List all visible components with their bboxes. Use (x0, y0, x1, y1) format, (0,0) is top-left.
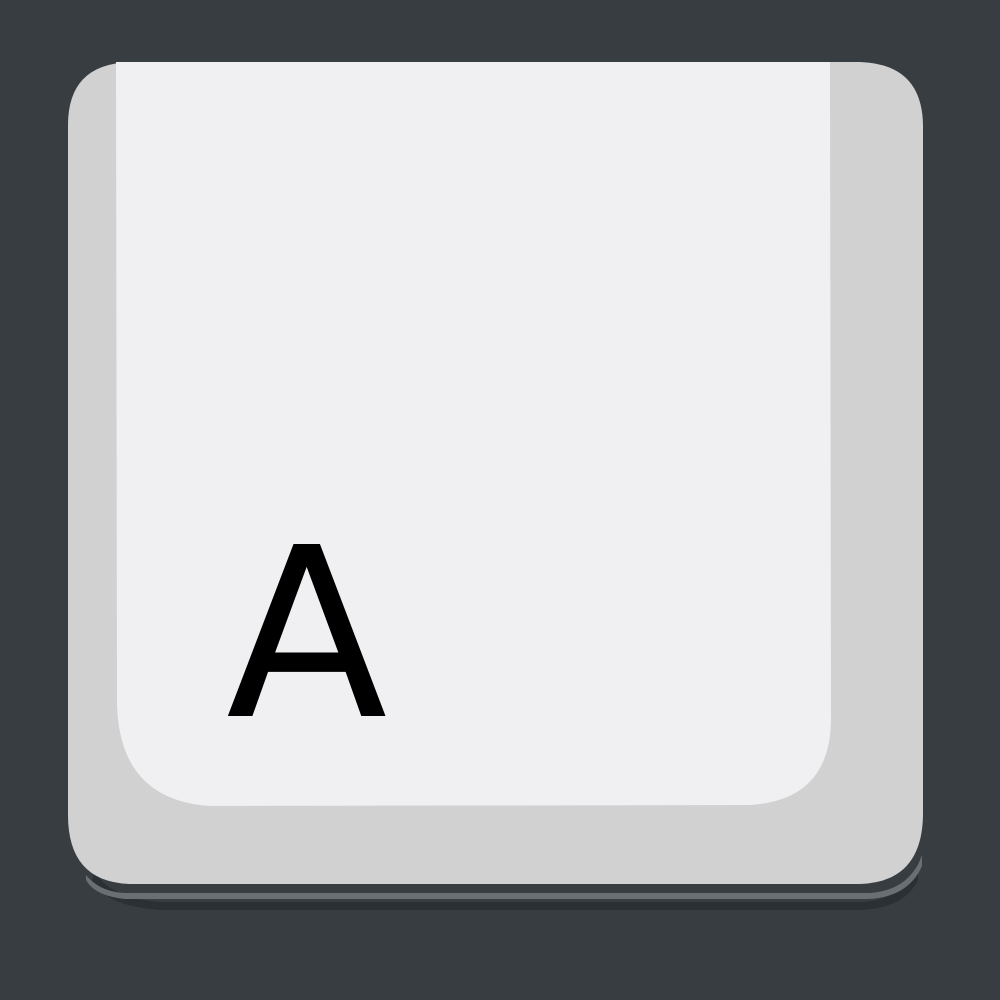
keyboard-key-canvas: A (0, 0, 1000, 1000)
key-label: A (226, 497, 388, 772)
keyboard-key-icon[interactable] (0, 0, 1000, 1000)
key-top (116, 62, 831, 806)
